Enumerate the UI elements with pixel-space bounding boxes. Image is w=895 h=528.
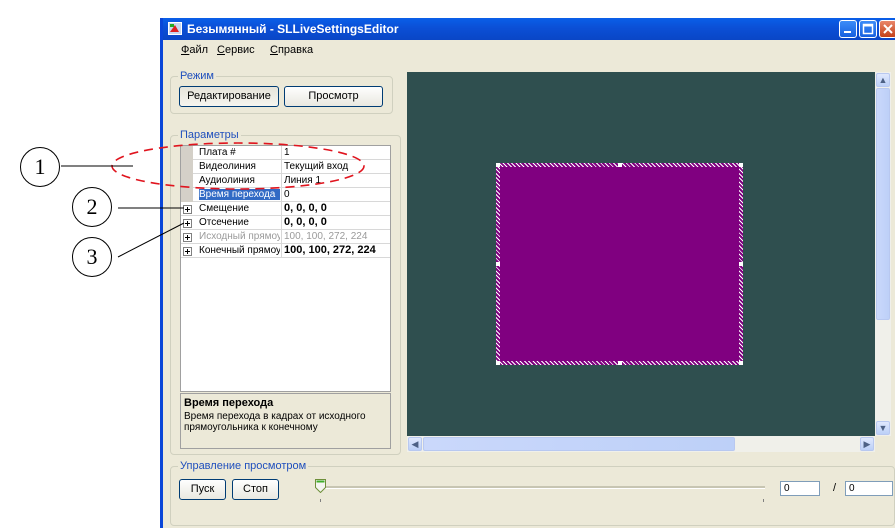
callout-3: 3	[72, 237, 112, 277]
callout-1: 1	[20, 147, 60, 187]
annotation-overlay	[61, 142, 365, 258]
highlight-ellipse	[111, 142, 365, 190]
callout-leader-3	[117, 222, 185, 258]
callout-2: 2	[72, 187, 112, 227]
